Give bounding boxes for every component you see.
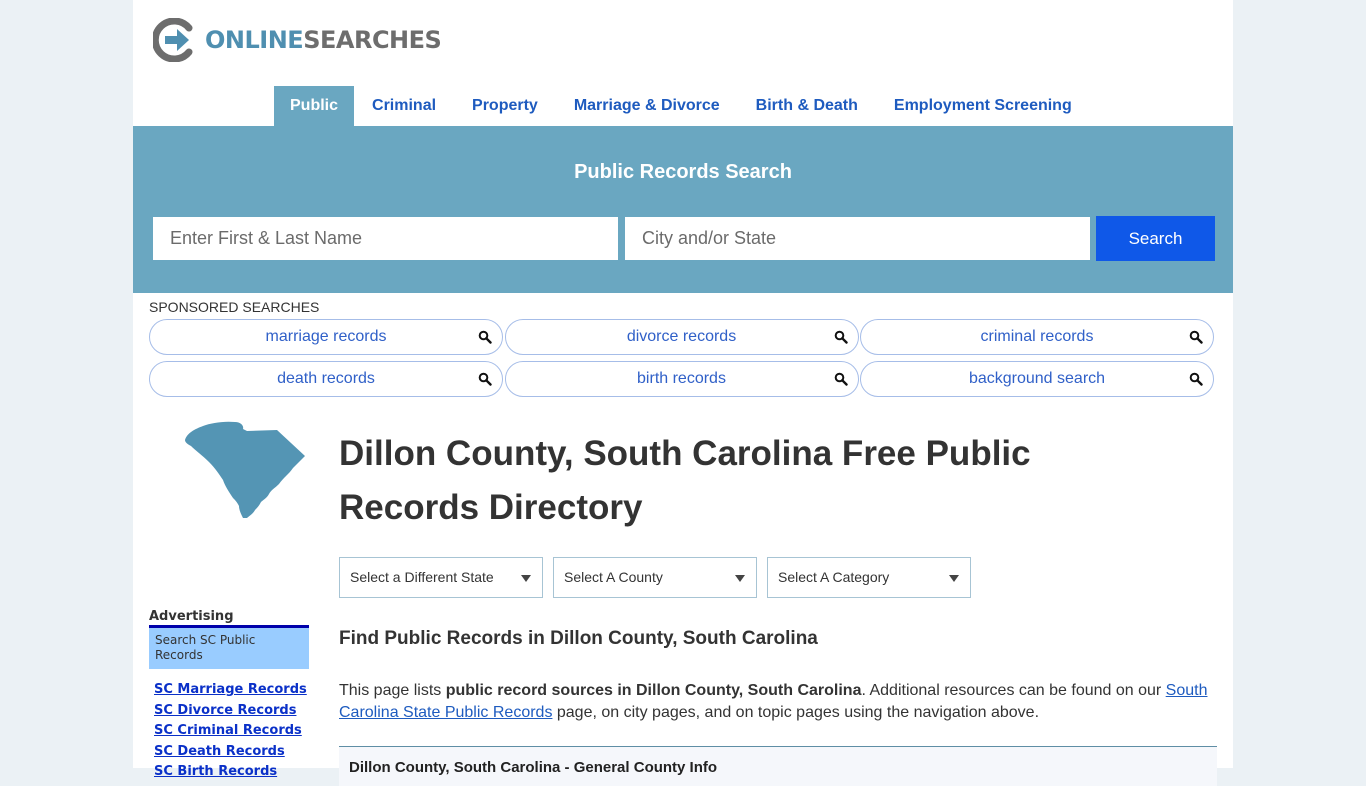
nav-birth-death[interactable]: Birth & Death [738,86,876,126]
sidebar-link-divorce[interactable]: SC Divorce Records [154,703,296,718]
intro-paragraph: This page lists public record sources in… [339,680,1219,724]
sidebar-links: SC Marriage Records SC Divorce Records S… [154,681,307,784]
south-carolina-map-icon [185,421,305,518]
state-select-value: Select a Different State [350,569,494,585]
dropdown-arrow-icon [521,575,531,582]
nav-property[interactable]: Property [454,86,556,126]
search-title: Public Records Search [574,161,792,183]
logo-icon [153,18,193,62]
search-panel: Public Records Search Search [133,126,1233,293]
sponsored-death-records[interactable]: death records [149,361,503,397]
dropdown-arrow-icon [735,575,745,582]
nav-public[interactable]: Public [274,86,355,126]
pill-label: background search [968,370,1106,387]
pill-label: criminal records [980,328,1094,345]
intro-middle: . Additional resources can be found on o… [861,682,1166,699]
sponsored-background-search[interactable]: background search [860,361,1214,397]
location-input[interactable] [625,217,1090,260]
state-select[interactable]: Select a Different State [339,557,543,598]
county-select[interactable]: Select A County [553,557,757,598]
find-records-heading: Find Public Records in Dillon County, So… [339,628,818,649]
pill-label: birth records [637,370,726,387]
search-icon [1189,330,1203,344]
pill-label: death records [277,370,375,387]
sponsored-searches: marriage records divorce records crimina… [149,319,1215,397]
logo-text: ONLINESEARCHES [205,26,442,54]
category-select[interactable]: Select A Category [767,557,971,598]
site-logo[interactable]: ONLINESEARCHES [153,18,442,62]
logo-searches: SEARCHES [303,26,442,54]
intro-bold: public record sources in Dillon County, … [445,682,862,699]
pill-label: marriage records [265,328,387,345]
search-sc-records-box: Search SC Public Records [149,625,309,669]
search-icon [478,330,492,344]
sponsored-criminal-records[interactable]: criminal records [860,319,1214,355]
general-county-info-box: Dillon County, South Carolina - General … [339,746,1217,786]
sidebar-link-criminal[interactable]: SC Criminal Records [154,723,302,738]
intro-prefix: This page lists [339,682,446,699]
filter-selects: Select a Different State Select A County… [339,557,971,598]
advertising-label: Advertising [149,609,234,624]
nav-employment-screening[interactable]: Employment Screening [876,86,1090,126]
main-nav: Public Criminal Property Marriage & Divo… [274,86,1090,126]
pill-label: divorce records [626,328,737,345]
search-button[interactable]: Search [1096,216,1215,261]
category-select-value: Select A Category [778,569,890,585]
dropdown-arrow-icon [949,575,959,582]
search-icon [834,330,848,344]
sponsored-searches-label: SPONSORED SEARCHES [149,299,320,315]
intro-suffix: page, on city pages, and on topic pages … [552,704,1040,721]
county-select-value: Select A County [564,569,663,585]
nav-criminal[interactable]: Criminal [354,86,454,126]
sidebar-link-birth[interactable]: SC Birth Records [154,764,277,779]
search-icon [1189,372,1203,386]
sponsored-marriage-records[interactable]: marriage records [149,319,503,355]
search-icon [478,372,492,386]
sponsored-birth-records[interactable]: birth records [504,361,859,397]
sidebar-link-marriage[interactable]: SC Marriage Records [154,682,307,697]
name-input[interactable] [153,217,618,260]
sponsored-divorce-records[interactable]: divorce records [504,319,859,355]
sidebar-link-death[interactable]: SC Death Records [154,744,285,759]
nav-marriage-divorce[interactable]: Marriage & Divorce [556,86,738,126]
page: ONLINESEARCHES Public Criminal Property … [133,0,1233,786]
page-title: Dillon County, South Carolina Free Publi… [339,434,1031,527]
logo-online: ONLINE [205,26,304,54]
search-icon [834,372,848,386]
